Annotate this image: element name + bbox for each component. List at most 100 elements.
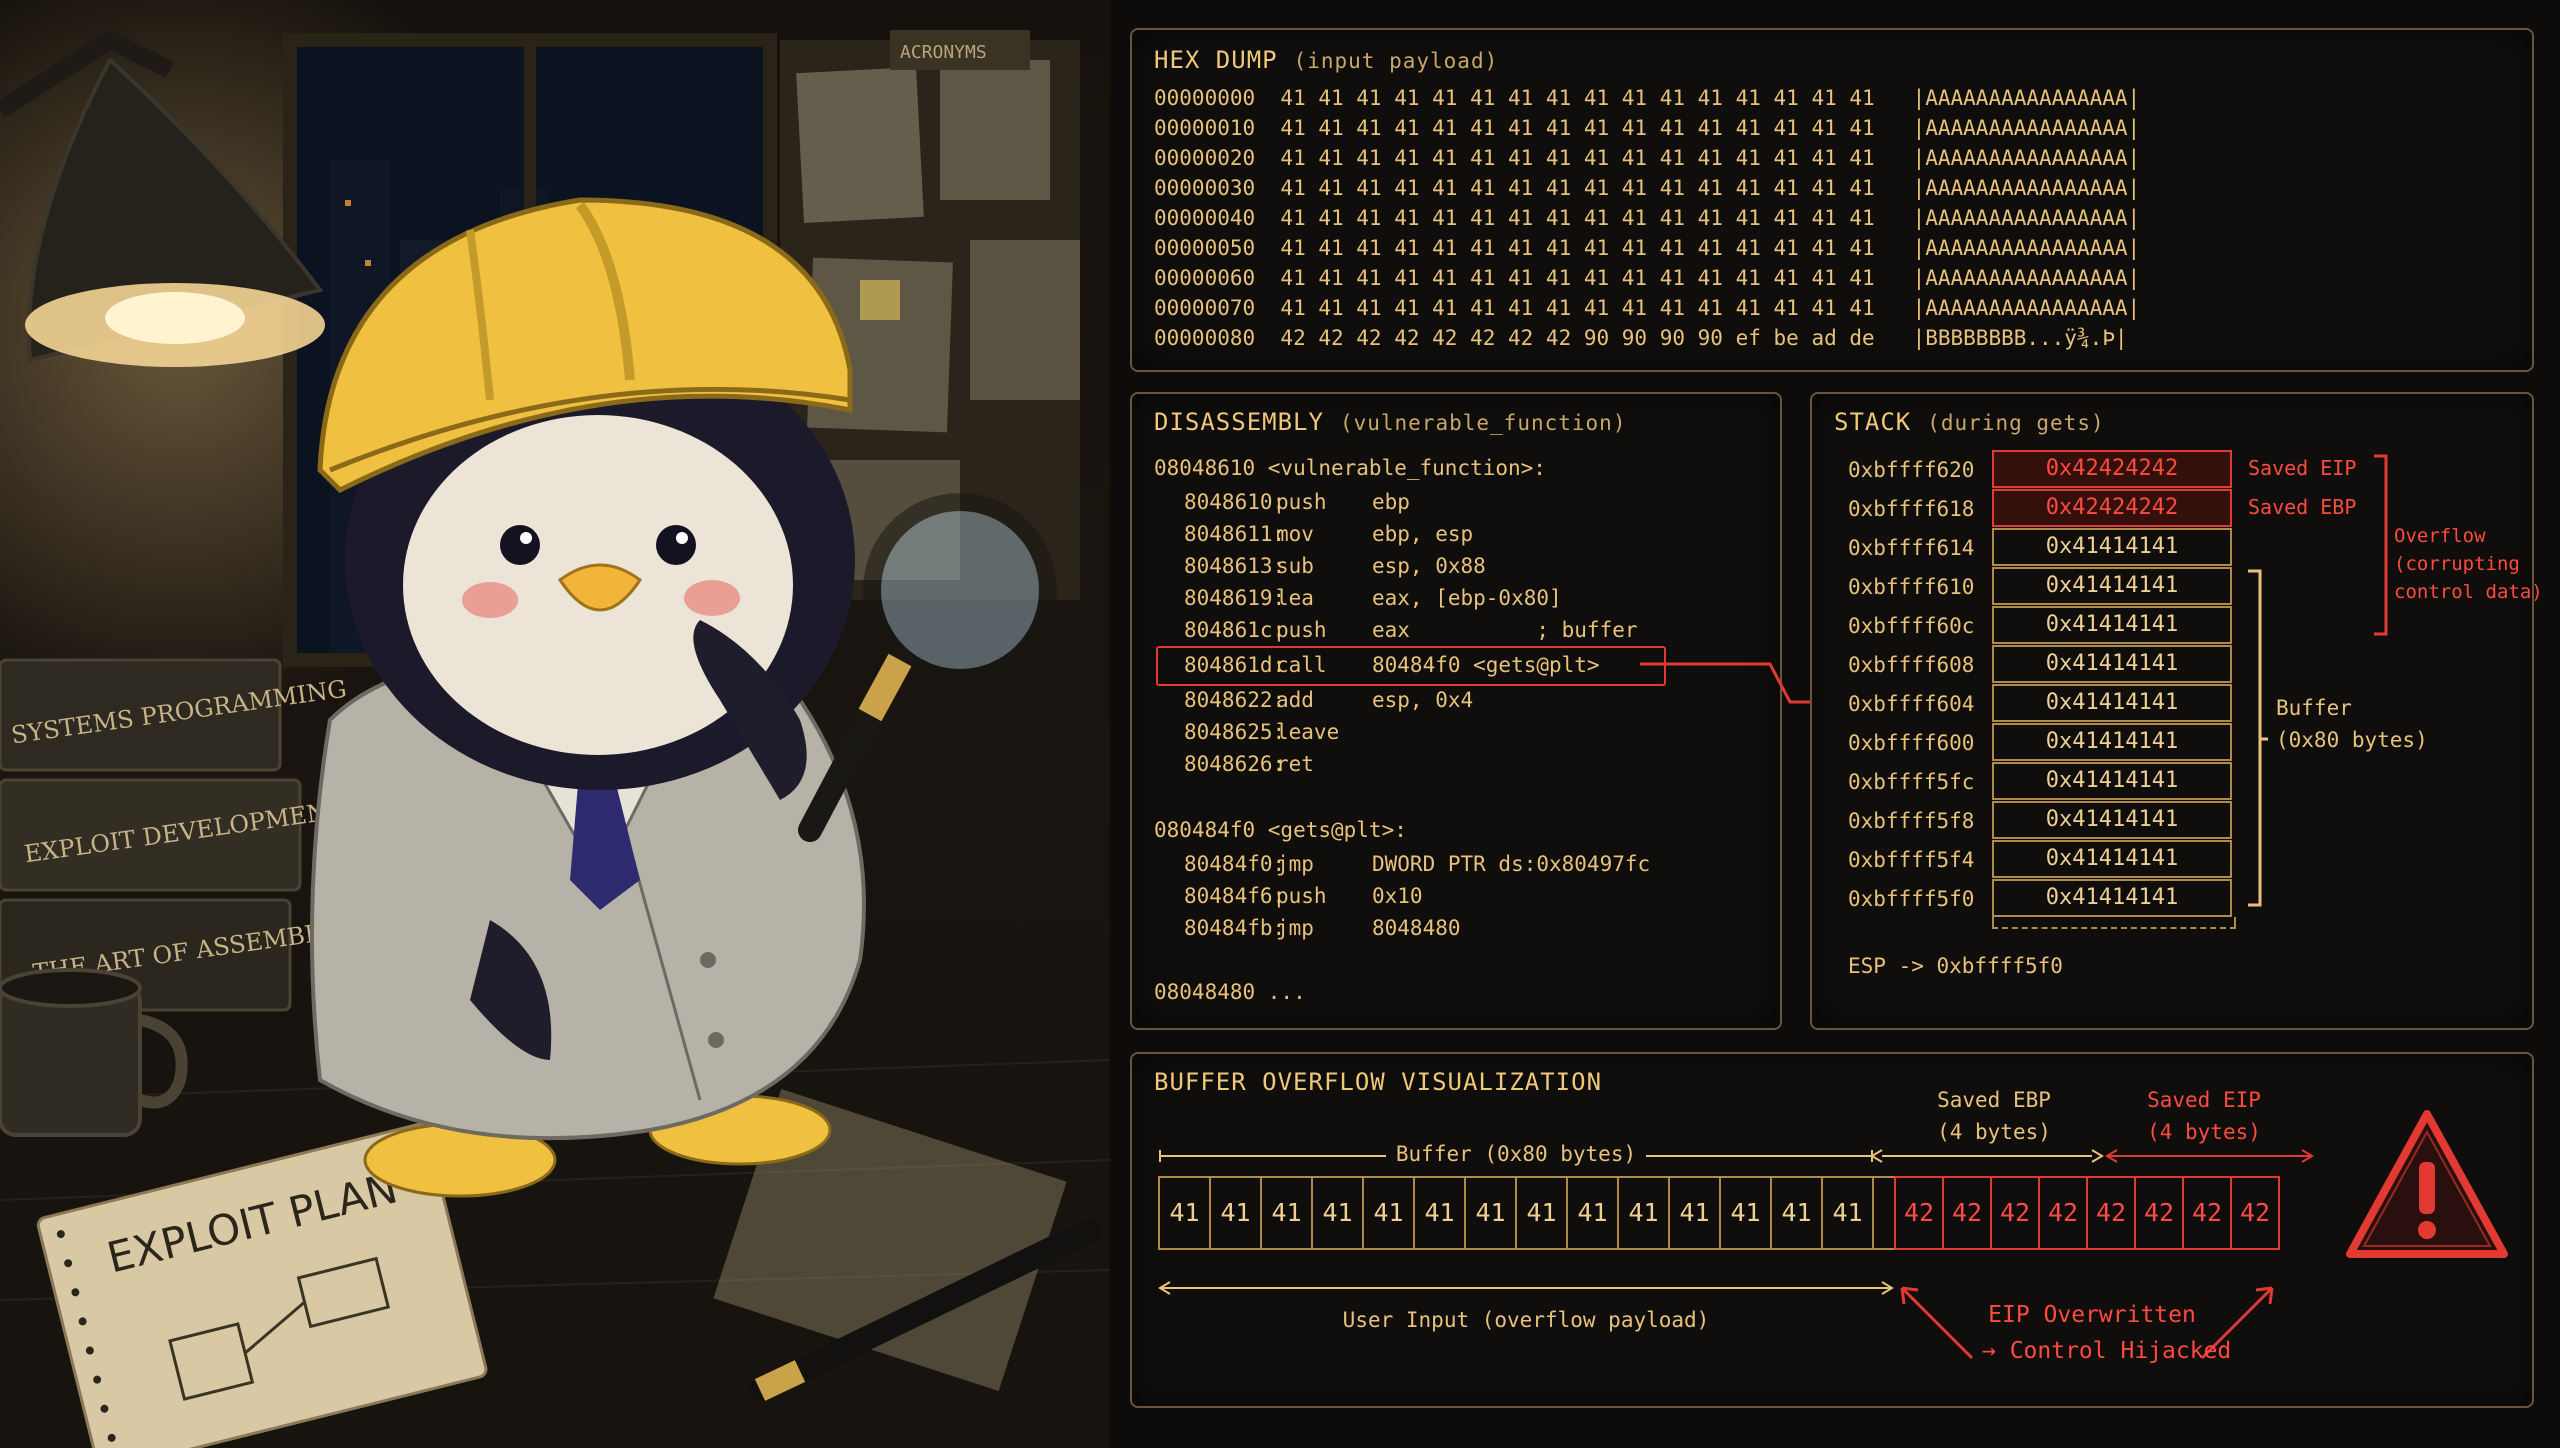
- disassembly-title: DISASSEMBLY (vulnerable_function): [1154, 408, 1626, 436]
- hex-line: 00000030 41 41 41 41 41 41 41 41 41 41 4…: [1154, 176, 2141, 200]
- saved-ebp-header-line: Saved EBP: [1937, 1088, 2051, 1112]
- disassembly-subtitle: (vulnerable_function): [1339, 411, 1627, 435]
- asm-mnemonic: sub: [1276, 554, 1314, 578]
- asm-mnemonic: lea: [1276, 586, 1314, 610]
- buffer-byte-cell: 41: [1413, 1176, 1466, 1250]
- buffer-span-label-text: Buffer (0x80 bytes): [1385, 1142, 1647, 1166]
- function-header: 08048610 <vulnerable_function>:: [1154, 456, 1546, 480]
- asm-address: 8048622:: [1184, 688, 1286, 712]
- stack-value: 0x41414141: [1992, 723, 2232, 761]
- asm-line: 8048610:push ebp: [1184, 490, 1410, 514]
- overflow-note-line: control data): [2394, 581, 2543, 603]
- stack-value: 0x41414141: [1992, 879, 2232, 917]
- asm-operand: esp, 0x88: [1372, 554, 1486, 578]
- user-input-label: User Input (overflow payload): [1342, 1308, 1710, 1332]
- saved-eip-header: Saved EIP (4 bytes): [2134, 1084, 2274, 1148]
- hex-line: 00000020 41 41 41 41 41 41 41 41 41 41 4…: [1154, 146, 2141, 170]
- asm-address: 80484f0:: [1184, 852, 1286, 876]
- asm-operand: 8048480: [1372, 916, 1461, 940]
- disassembly-panel: DISASSEMBLY (vulnerable_function) 0804861…: [1130, 392, 1782, 1030]
- buffer-bracket: [2248, 569, 2268, 907]
- hex-dump-panel: HEX DUMP (input payload) 00000000 41 41 4…: [1130, 28, 2534, 372]
- stack-address: 0xbffff60c: [1848, 614, 1975, 638]
- asm-address: 804861c:: [1184, 618, 1286, 642]
- stack-address: 0xbffff614: [1848, 536, 1975, 560]
- stack-row: 0xbffff5fc 0x41414141: [1812, 762, 2532, 800]
- asm-operand: 0x10: [1372, 884, 1423, 908]
- stack-title-text: STACK: [1834, 408, 1912, 436]
- stack-address: 0xbffff608: [1848, 653, 1975, 677]
- asm-operand: 80484f0 <gets@plt>: [1372, 653, 1600, 677]
- buffer-note-line: (0x80 bytes): [2276, 728, 2428, 752]
- plt-header: 080484f0 <gets@plt>:: [1154, 818, 1407, 842]
- overflow-byte-cell: 42: [2134, 1176, 2184, 1250]
- stack-continuation: [1992, 917, 2236, 929]
- buffer-byte-cell: 41: [1617, 1176, 1670, 1250]
- asm-mnemonic: leave: [1276, 720, 1340, 744]
- visualization-panel: BUFFER OVERFLOW VISUALIZATION Saved EBP …: [1130, 1052, 2534, 1408]
- buffer-byte-cell: 41: [1158, 1176, 1211, 1250]
- asm-line: 804861c:push eax ; buffer: [1184, 618, 1638, 642]
- stack-value: 0x42424242: [1992, 489, 2232, 527]
- asm-line: 8048619:lea eax, [ebp-0x80]: [1184, 586, 1562, 610]
- hex-line: 00000080 42 42 42 42 42 42 42 42 90 90 9…: [1154, 326, 2128, 350]
- asm-address: 8048626:: [1184, 752, 1286, 776]
- buffer-byte-cell: 41: [1770, 1176, 1823, 1250]
- stack-value: 0x41414141: [1992, 606, 2232, 644]
- stack-row: 0xbffff5f8 0x41414141: [1812, 801, 2532, 839]
- stack-value: 0x41414141: [1992, 762, 2232, 800]
- hex-line: 00000040 41 41 41 41 41 41 41 41 41 41 4…: [1154, 206, 2141, 230]
- buffer-byte-cell: 41: [1311, 1176, 1364, 1250]
- buffer-byte-cell: 41: [1209, 1176, 1262, 1250]
- analysis-area: HEX DUMP (input payload) 00000000 41 41 4…: [1110, 0, 2560, 1448]
- buffer-byte-cell: 41: [1668, 1176, 1721, 1250]
- asm-mnemonic: jmp: [1276, 916, 1314, 940]
- stack-row: 0xbffff608 0x41414141: [1812, 645, 2532, 683]
- illustration-panel: ACRONYMS SYSTEMS PROGRAMMING EXPLOIT DEV…: [0, 0, 1110, 1448]
- asm-line: 8048626:ret: [1184, 752, 1372, 776]
- asm-line: 8048611:mov ebp, esp: [1184, 522, 1473, 546]
- asm-address: 8048610:: [1184, 490, 1286, 514]
- asm-line: 8048622:add esp, 0x4: [1184, 688, 1473, 712]
- overflow-note-line: Overflow: [2394, 525, 2486, 547]
- stack-address: 0xbffff604: [1848, 692, 1975, 716]
- warning-triangle-icon: [2346, 1110, 2508, 1258]
- hex-line: 00000000 41 41 41 41 41 41 41 41 41 41 4…: [1154, 86, 2141, 110]
- overflow-byte-cell: 42: [2086, 1176, 2136, 1250]
- overflow-byte-cell: 42: [2230, 1176, 2280, 1250]
- buffer-byte-cell: 41: [1515, 1176, 1568, 1250]
- overflow-byte-cell: 42: [2038, 1176, 2088, 1250]
- buffer-note-line: Buffer: [2276, 696, 2352, 720]
- hex-dump-title: HEX DUMP (input payload): [1154, 46, 1498, 74]
- hex-line: 00000010 41 41 41 41 41 41 41 41 41 41 4…: [1154, 116, 2141, 140]
- hex-line: 00000070 41 41 41 41 41 41 41 41 41 41 4…: [1154, 296, 2141, 320]
- desk-lamp: [0, 29, 325, 367]
- asm-operand: ebp: [1372, 490, 1410, 514]
- saved-ebp-header: Saved EBP (4 bytes): [1924, 1084, 2064, 1148]
- stack-address: 0xbffff610: [1848, 575, 1975, 599]
- asm-mnemonic: push: [1276, 884, 1327, 908]
- asm-operand: DWORD PTR ds:0x80497fc: [1372, 852, 1651, 876]
- asm-line: 80484fb:jmp 8048480: [1184, 916, 1461, 940]
- asm-line: 80484f0:jmp DWORD PTR ds:0x80497fc: [1184, 852, 1650, 876]
- saved-ebp-label: Saved EBP: [2248, 495, 2357, 519]
- overflow-byte-cell: 42: [1894, 1176, 1944, 1250]
- overflow-byte-cell: 42: [1990, 1176, 2040, 1250]
- asm-mnemonic: push: [1276, 618, 1327, 642]
- stack-row-saved-eip: 0xbffff620 0x42424242 Saved EIP: [1812, 450, 2532, 488]
- asm-mnemonic: call: [1276, 653, 1327, 677]
- buffer-byte-cell: 41: [1719, 1176, 1772, 1250]
- asm-line: 8048613:sub esp, 0x88: [1184, 554, 1486, 578]
- buffer-byte-cell: 41: [1464, 1176, 1517, 1250]
- asm-address: 8048611:: [1184, 522, 1286, 546]
- stack-address: 0xbffff5f8: [1848, 809, 1975, 833]
- overflow-note: Overflow (corrupting control data): [2394, 522, 2543, 606]
- hex-line: 00000050 41 41 41 41 41 41 41 41 41 41 4…: [1154, 236, 2141, 260]
- asm-mnemonic: push: [1276, 490, 1327, 514]
- asm-operand: esp, 0x4: [1372, 688, 1474, 712]
- stack-address: 0xbffff5fc: [1848, 770, 1975, 794]
- stack-value: 0x41414141: [1992, 801, 2232, 839]
- stack-row: 0xbffff5f4 0x41414141: [1812, 840, 2532, 878]
- overflow-byte-cell: 42: [2182, 1176, 2232, 1250]
- eip-overwritten-label: EIP Overwritten: [1988, 1302, 2196, 1328]
